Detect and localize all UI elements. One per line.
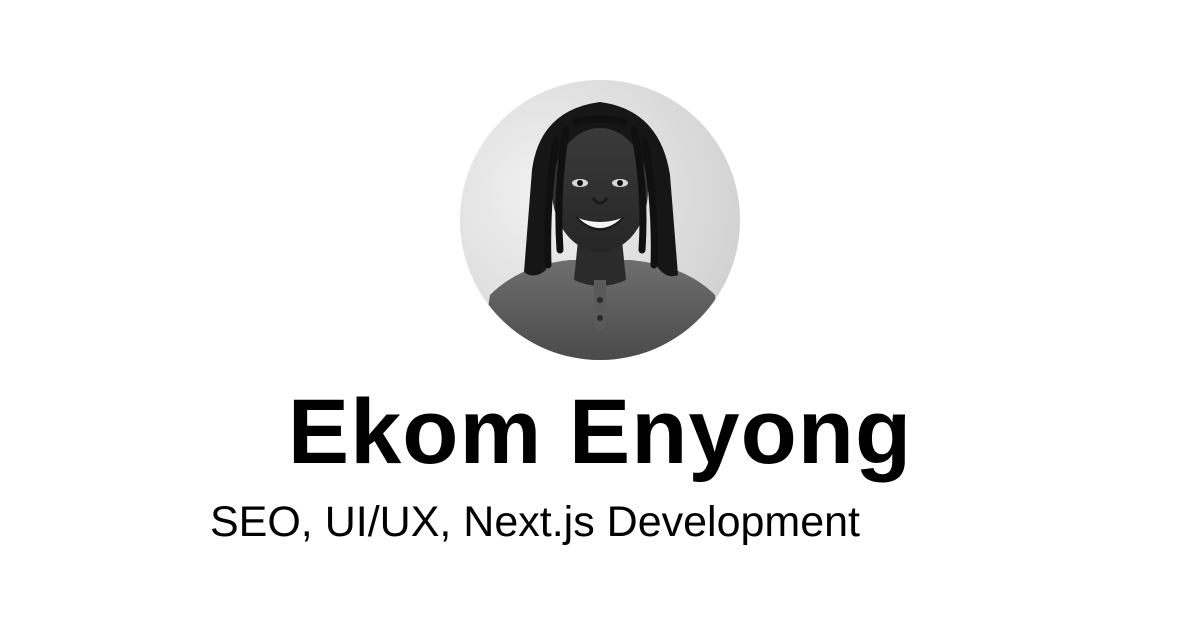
profile-card: Ekom Enyong SEO, UI/UX, Next.js Developm… (0, 0, 1200, 627)
profile-tagline: SEO, UI/UX, Next.js Development (210, 498, 860, 546)
profile-photo (460, 80, 740, 360)
profile-name: Ekom Enyong (287, 381, 913, 483)
avatar (460, 80, 740, 360)
